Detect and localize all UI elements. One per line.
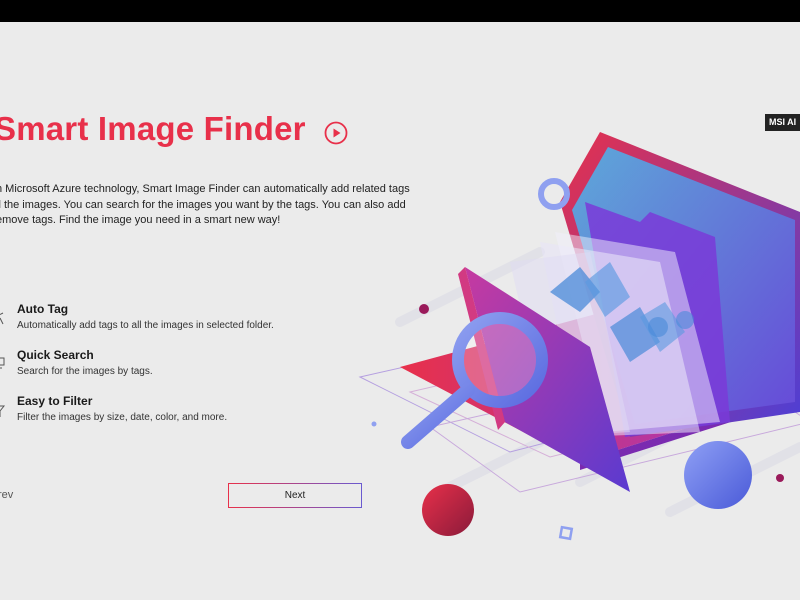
feature-title: Easy to Filter	[17, 394, 93, 408]
description-line: ll the images. You can search for the im…	[0, 198, 406, 211]
feature-title: Auto Tag	[17, 302, 69, 316]
hero-illustration	[358, 132, 800, 541]
feature-desc: Search for the images by tags.	[17, 366, 153, 377]
description-line: emove tags. Find the image you need in a…	[0, 214, 281, 226]
prev-button[interactable]: rev	[0, 489, 13, 501]
tag-icon	[0, 312, 4, 325]
page-title: Smart Image Finder	[0, 110, 306, 147]
msi-ai-badge: MSI AI	[765, 114, 800, 131]
feature-title: Quick Search	[17, 348, 94, 362]
filter-icon	[0, 405, 6, 417]
app-window: Smart Image Finder h Microsoft Azure tec…	[0, 22, 800, 600]
feature-desc: Filter the images by size, date, color, …	[17, 412, 228, 423]
feature-desc: Automatically add tags to all the images…	[17, 320, 274, 331]
description-line: h Microsoft Azure technology, Smart Imag…	[0, 183, 410, 195]
description: h Microsoft Azure technology, Smart Imag…	[0, 182, 410, 229]
search-icon	[0, 357, 5, 369]
